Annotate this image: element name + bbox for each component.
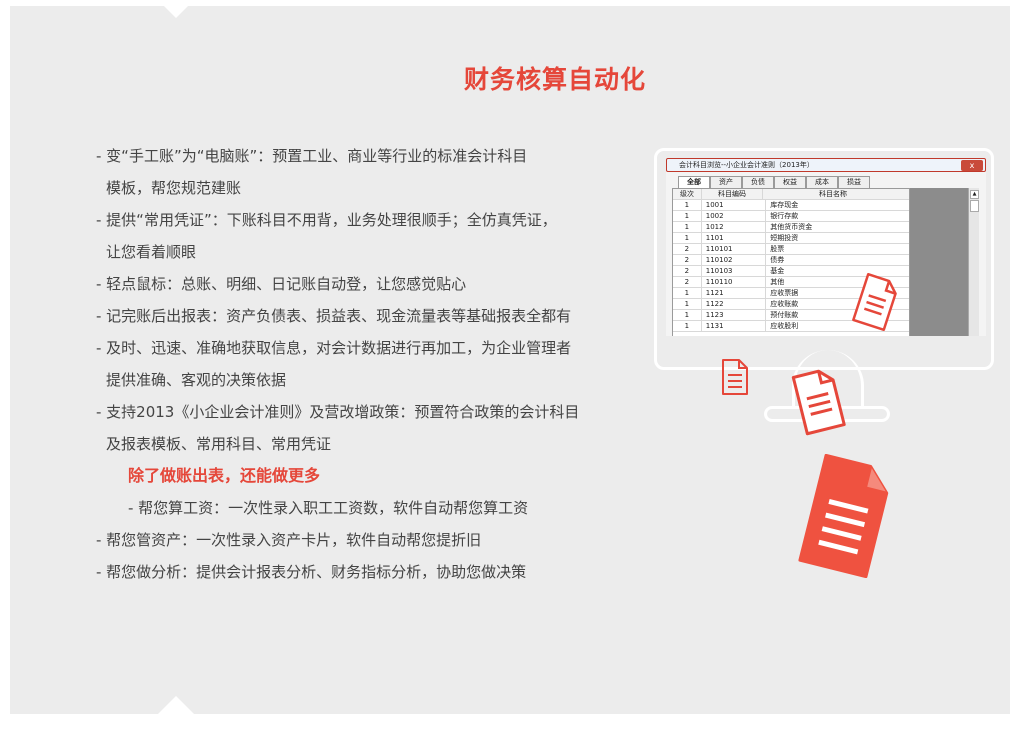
scroll-thumb[interactable] xyxy=(970,200,979,212)
cell-code: 1012 xyxy=(702,222,767,232)
empty-area xyxy=(910,188,968,336)
table-row[interactable]: 2 110102 债券 xyxy=(673,255,909,266)
table-row[interactable]: 1 1002 银行存款 xyxy=(673,211,909,222)
column-header-code: 科目编码 xyxy=(702,189,763,199)
tab-equity[interactable]: 权益 xyxy=(774,176,806,188)
window-title-bar: 会计科目浏览--小企业会计准则（2013年） x xyxy=(666,158,986,172)
cell-name: 库存现金 xyxy=(770,201,799,209)
cell-code: 110102 xyxy=(702,255,767,265)
table-row[interactable]: 1 1101 短期投资 xyxy=(673,233,909,244)
tab-all[interactable]: 全部 xyxy=(678,176,710,188)
tab-assets[interactable]: 资产 xyxy=(710,176,742,188)
feature-line: - 变“手工账”为“电脑账”：预置工业、商业等行业的标准会计科目 xyxy=(96,147,528,165)
cell-level: 1 xyxy=(673,233,702,243)
cell-level: 1 xyxy=(673,211,702,221)
software-screenshot: 会计科目浏览--小企业会计准则（2013年） x 全部 资产 负债 权益 成本 … xyxy=(666,158,986,336)
cell-name: 短期投资 xyxy=(770,234,799,242)
table-row[interactable]: 2 110101 股票 xyxy=(673,244,909,255)
cell-name: 债券 xyxy=(770,256,785,264)
cell-level: 2 xyxy=(673,266,702,276)
feature-line: 及报表模板、常用科目、常用凭证 xyxy=(106,435,332,453)
highlight-heading: 除了做账出表，还能做更多 xyxy=(128,466,321,485)
cell-code: 1121 xyxy=(702,288,767,298)
tab-profit-loss[interactable]: 损益 xyxy=(838,176,870,188)
feature-line: - 记完账后出报表：资产负债表、损益表、现金流量表等基础报表全都有 xyxy=(96,307,572,325)
feature-list: - 变“手工账”为“电脑账”：预置工业、商业等行业的标准会计科目 模板，帮您规范… xyxy=(96,140,616,588)
tab-liabilities[interactable]: 负债 xyxy=(742,176,774,188)
table-row[interactable]: 1 1001 库存现金 xyxy=(673,200,909,211)
cell-level: 2 xyxy=(673,255,702,265)
document-icon xyxy=(852,272,897,332)
cell-level: 1 xyxy=(673,321,702,331)
cell-code: 110101 xyxy=(702,244,767,254)
cell-code: 1122 xyxy=(702,299,767,309)
table-header: 级次 科目编码 科目名称 xyxy=(673,189,909,200)
feature-line: - 帮您做分析：提供会计报表分析、财务指标分析，协助您做决策 xyxy=(96,563,527,581)
cell-level: 1 xyxy=(673,310,702,320)
cell-code: 1131 xyxy=(702,321,767,331)
close-icon[interactable]: x xyxy=(961,160,983,171)
column-header-name: 科目名称 xyxy=(819,190,847,198)
feature-line: - 支持2013《小企业会计准则》及营改增政策：预置符合政策的会计科目 xyxy=(96,403,580,421)
feature-line: - 轻点鼠标：总账、明细、日记账自动登，让您感觉贴心 xyxy=(96,275,467,293)
cell-code: 1123 xyxy=(702,310,767,320)
cell-level: 2 xyxy=(673,244,702,254)
cell-name: 股票 xyxy=(770,245,785,253)
feature-line: 提供准确、客观的决策依据 xyxy=(106,371,287,389)
cell-code: 1001 xyxy=(702,200,767,210)
cell-level: 1 xyxy=(673,222,702,232)
cell-level: 2 xyxy=(673,277,702,287)
feature-line: 模板，帮您规范建账 xyxy=(106,179,242,197)
tab-bar: 全部 资产 负债 权益 成本 损益 xyxy=(678,176,870,188)
cell-code: 110103 xyxy=(702,266,767,276)
cell-code: 1002 xyxy=(702,211,767,221)
notch-bottom xyxy=(158,696,194,714)
cell-level: 1 xyxy=(673,200,702,210)
document-icon xyxy=(791,369,846,436)
tab-cost[interactable]: 成本 xyxy=(806,176,838,188)
column-header-level: 级次 xyxy=(673,189,702,199)
feature-line: - 帮您算工资：一次性录入职工工资数，软件自动帮您算工资 xyxy=(128,499,529,517)
section-title: 财务核算自动化 xyxy=(463,65,646,94)
feature-line: - 提供“常用凭证”：下账科目不用背，业务处理很顺手；全仿真凭证， xyxy=(96,211,557,229)
document-icon xyxy=(798,454,889,578)
scroll-up-icon[interactable]: ▲ xyxy=(970,190,979,199)
feature-line: - 及时、迅速、准确地获取信息，对会计数据进行再加工，为企业管理者 xyxy=(96,339,572,357)
window-title: 会计科目浏览--小企业会计准则（2013年） xyxy=(679,161,814,169)
cell-level: 1 xyxy=(673,299,702,309)
notch-top xyxy=(158,0,194,18)
cell-level: 1 xyxy=(673,288,702,298)
scrollbar[interactable]: ▲ xyxy=(968,188,979,336)
table-row[interactable]: 1 1012 其他货币资金 xyxy=(673,222,909,233)
feature-line: - 帮您管资产：一次性录入资产卡片，软件自动帮您提折旧 xyxy=(96,531,482,549)
cell-name: 其他货币资金 xyxy=(770,223,813,231)
cell-name: 银行存款 xyxy=(770,212,799,220)
document-icon xyxy=(722,359,748,395)
cell-code: 1101 xyxy=(702,233,767,243)
feature-line: 让您看着顺眼 xyxy=(106,243,197,261)
cell-code: 110110 xyxy=(702,277,767,287)
